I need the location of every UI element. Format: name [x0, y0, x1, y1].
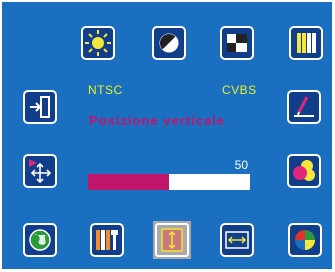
color-temperature-icon[interactable]	[288, 223, 322, 257]
edit-icon[interactable]	[287, 90, 321, 124]
color-settings-icon[interactable]	[287, 154, 321, 188]
brightness-icon[interactable]	[81, 26, 115, 60]
vertical-position-icon[interactable]	[153, 221, 191, 259]
osd-panel: NTSC CVBS Posizione verticale 50	[2, 2, 332, 269]
horizontal-position-icon[interactable]	[220, 223, 254, 257]
signal-source-label: CVBS	[222, 83, 257, 97]
input-select-icon[interactable]	[23, 90, 57, 124]
language-icon[interactable]	[23, 223, 57, 257]
setting-slider[interactable]	[88, 174, 250, 190]
osd-window: NTSC CVBS Posizione verticale 50	[0, 0, 335, 272]
setting-value: 50	[234, 158, 248, 172]
contrast-icon[interactable]	[152, 26, 186, 60]
picture-position-icon[interactable]	[220, 26, 254, 60]
slider-fill	[88, 174, 169, 190]
signal-standard-label: NTSC	[88, 83, 123, 97]
setting-title: Posizione verticale	[89, 113, 226, 128]
position-move-icon[interactable]	[23, 154, 57, 188]
color-bars-icon[interactable]	[289, 26, 323, 60]
tools-icon[interactable]	[90, 223, 124, 257]
